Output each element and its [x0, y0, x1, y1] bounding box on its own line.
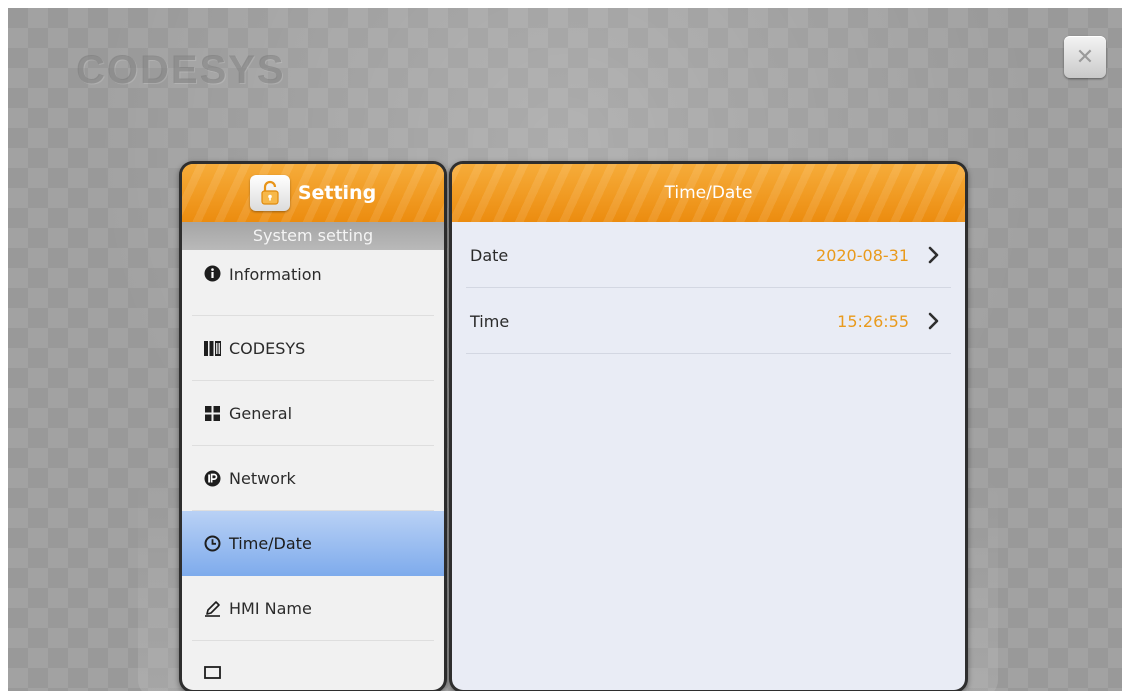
time-label: Time: [470, 311, 510, 331]
time-date-panel: Time/Date Date 2020-08-31 Time 15:26:55: [449, 161, 968, 691]
menu-item-label: Time/Date: [229, 534, 312, 553]
menu-item-label: Network: [229, 469, 296, 488]
date-label: Date: [470, 245, 509, 265]
menu-item-hmi-name[interactable]: HMI Name: [182, 576, 444, 641]
menu-item-information[interactable]: Information: [182, 250, 444, 316]
date-value: 2020-08-31: [816, 245, 909, 265]
menu-item-general[interactable]: General: [182, 381, 444, 446]
menu-item-partial[interactable]: [182, 641, 444, 690]
background-watermark: CODESYS: [76, 48, 286, 92]
menu-item-label: Information: [229, 265, 322, 284]
ip-icon: [204, 470, 221, 487]
menu-item-time-date[interactable]: Time/Date: [182, 511, 444, 576]
time-value: 15:26:55: [837, 311, 909, 331]
codesys-icon: [204, 340, 221, 357]
settings-menu-panel: Setting System setting Information CODES…: [179, 161, 447, 691]
section-label: System setting: [182, 222, 444, 250]
menu-item-label: General: [229, 404, 293, 423]
date-row[interactable]: Date 2020-08-31: [466, 222, 951, 288]
chevron-right-icon: [928, 246, 939, 264]
unlock-icon: [261, 180, 279, 205]
close-icon: ✕: [1075, 44, 1095, 70]
info-icon: [204, 265, 221, 282]
settings-header: Setting: [182, 164, 444, 222]
clock-icon: [204, 535, 221, 552]
menu-item-codesys[interactable]: CODESYS: [182, 316, 444, 381]
time-row[interactable]: Time 15:26:55: [466, 288, 951, 354]
settings-title: Setting: [297, 182, 377, 204]
time-date-header: Time/Date: [452, 164, 965, 222]
lock-button[interactable]: [249, 175, 290, 211]
pen-icon: [204, 600, 221, 617]
hmi-screen: CODESYS ✕ Setting System setting Informa…: [8, 8, 1122, 691]
grid-icon: [204, 405, 221, 422]
screen-icon: [204, 665, 221, 682]
chevron-right-icon: [928, 312, 939, 330]
menu-item-label: CODESYS: [229, 339, 306, 358]
menu-item-label: HMI Name: [229, 599, 312, 618]
menu-item-network[interactable]: Network: [182, 446, 444, 511]
panel-title: Time/Date: [664, 183, 753, 203]
close-button[interactable]: ✕: [1064, 36, 1106, 78]
